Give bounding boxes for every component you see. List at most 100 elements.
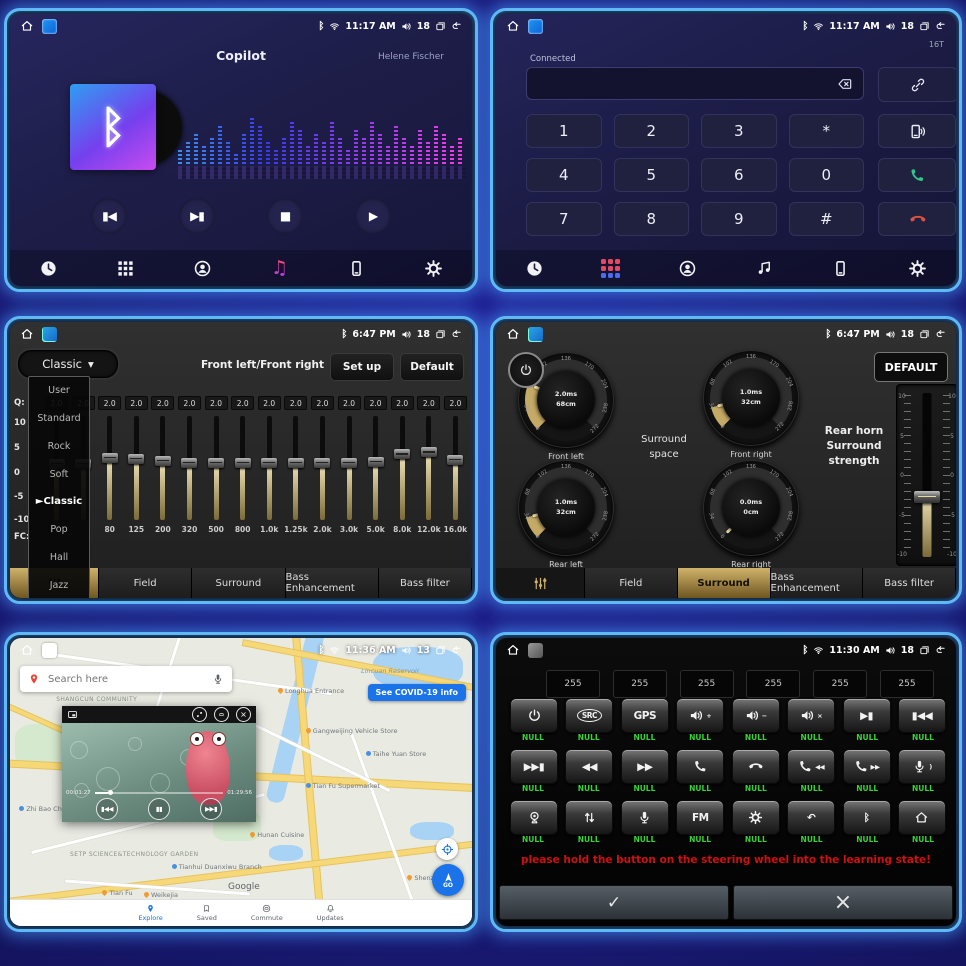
number-input-box[interactable] (526, 67, 864, 100)
dial-front-right[interactable]: 034681021361702042382721.0ms32cmFront ri… (703, 350, 799, 446)
nav-contacts[interactable] (673, 253, 703, 283)
maps-nav-commute[interactable]: Commute (251, 904, 283, 922)
pip-icon[interactable] (67, 709, 78, 720)
key-4[interactable]: 4 (526, 158, 602, 192)
band-slider-knob[interactable] (368, 457, 384, 467)
go-button[interactable]: GO (432, 864, 464, 896)
number-input[interactable] (527, 76, 835, 92)
nav-contacts[interactable] (188, 253, 218, 283)
sw-key-home[interactable] (898, 800, 946, 835)
nav-settings[interactable] (903, 253, 933, 283)
band-slider[interactable] (400, 416, 405, 520)
mic-icon[interactable] (212, 673, 224, 685)
tab-surround[interactable]: Surround (192, 568, 285, 598)
video-progress-line[interactable] (95, 792, 224, 794)
key-5[interactable]: 5 (614, 158, 690, 192)
strength-slider[interactable]: 10105500-5-5-10-10 (896, 384, 956, 566)
nav-clock[interactable] (34, 253, 64, 283)
preset-option-classic[interactable]: ►Classic (36, 496, 82, 507)
recents-icon[interactable] (435, 645, 446, 656)
band-slider[interactable] (320, 416, 325, 520)
sw-key-fm[interactable]: FM (676, 800, 724, 835)
band-slider-knob[interactable] (235, 458, 251, 468)
band-slider[interactable] (214, 416, 219, 520)
previous-button[interactable]: ▮◀ (91, 198, 127, 234)
key-6[interactable]: 6 (701, 158, 777, 192)
default-button[interactable]: Default (400, 353, 464, 381)
band-slider-knob[interactable] (314, 458, 330, 468)
video-expand-button[interactable] (192, 707, 207, 722)
sw-key-camera[interactable] (510, 800, 558, 835)
band-slider[interactable] (293, 416, 298, 520)
home-icon[interactable] (20, 643, 34, 657)
power-button[interactable] (508, 352, 544, 388)
key-1[interactable]: 1 (526, 114, 602, 148)
band-slider-knob[interactable] (128, 454, 144, 464)
next-button[interactable]: ▶▮ (179, 198, 215, 234)
band-slider[interactable] (187, 416, 192, 520)
sw-key-phone-end[interactable] (732, 749, 780, 784)
maps-nav-saved[interactable]: Saved (197, 904, 217, 922)
stop-button[interactable]: ■ (267, 198, 303, 234)
home-icon[interactable] (506, 327, 520, 341)
video-progress[interactable]: 00:01:27 01:29:56 (62, 790, 256, 796)
nav-phonelink[interactable] (342, 253, 372, 283)
band-slider-knob[interactable] (447, 455, 463, 465)
recents-icon[interactable] (435, 329, 446, 340)
preset-option-soft[interactable]: Soft (50, 469, 69, 480)
maps-nav-updates[interactable]: Updates (317, 904, 344, 922)
band-slider-knob[interactable] (261, 458, 277, 468)
band-slider[interactable] (107, 416, 112, 520)
band-slider-knob[interactable] (341, 458, 357, 468)
band-slider-knob[interactable] (288, 458, 304, 468)
audio-transfer-button[interactable] (878, 114, 956, 148)
sw-key-phone-prev[interactable]: ◀◀ (787, 749, 835, 784)
band-slider[interactable] (426, 416, 431, 520)
tab-bass-filter[interactable]: Bass filter (379, 568, 472, 598)
back-icon[interactable] (451, 329, 462, 340)
back-icon[interactable] (935, 645, 946, 656)
pair-device-button[interactable] (878, 67, 956, 102)
tab-field[interactable]: Field (99, 568, 192, 598)
home-icon[interactable] (506, 19, 520, 33)
back-icon[interactable] (935, 329, 946, 340)
floating-video-player[interactable]: 00:01:27 01:29:56 ▮◀◀ ▮▮ ▶▶▮ (62, 706, 256, 822)
band-slider[interactable] (373, 416, 378, 520)
sw-key-gps[interactable]: GPS (621, 698, 669, 733)
key-3[interactable]: 3 (701, 114, 777, 148)
video-pause-button[interactable]: ▮▮ (148, 798, 170, 820)
sw-key-fader[interactable] (565, 800, 613, 835)
recents-icon[interactable] (919, 645, 930, 656)
nav-clock[interactable] (519, 253, 549, 283)
map-search-bar[interactable] (20, 666, 232, 692)
answer-call-button[interactable] (878, 158, 956, 192)
sw-key-voice[interactable]: ) (898, 749, 946, 784)
video-close-button[interactable] (236, 707, 251, 722)
end-call-button[interactable] (878, 202, 956, 236)
key-#[interactable]: # (789, 202, 865, 236)
tab-bass-filter[interactable]: Bass filter (863, 568, 956, 598)
nav-settings[interactable] (419, 253, 449, 283)
band-slider-knob[interactable] (208, 458, 224, 468)
sw-key-undo[interactable]: ↶ (787, 800, 835, 835)
sw-key-vol-down[interactable]: − (732, 698, 780, 733)
search-input[interactable] (46, 673, 206, 686)
back-icon[interactable] (451, 645, 462, 656)
key-*[interactable]: * (789, 114, 865, 148)
back-icon[interactable] (451, 21, 462, 32)
dial-rear-left[interactable]: 034681021361702042382721.0ms32cmRear lef… (518, 460, 614, 556)
sw-key-src[interactable]: SRC (565, 698, 613, 733)
back-icon[interactable] (935, 21, 946, 32)
covid-info-button[interactable]: See COVID-19 info (368, 684, 466, 701)
sw-key-power[interactable] (510, 698, 558, 733)
tab-field[interactable]: Field (585, 568, 678, 598)
sw-key-rewind[interactable]: ◀◀ (565, 749, 613, 784)
tab-equalizer[interactable] (496, 568, 585, 598)
video-minimize-button[interactable] (214, 707, 229, 722)
tab-bass-enhancement[interactable]: Bass Enhancement (286, 568, 379, 598)
recents-icon[interactable] (919, 329, 930, 340)
tab-surround[interactable]: Surround (678, 568, 771, 598)
key-2[interactable]: 2 (614, 114, 690, 148)
key-0[interactable]: 0 (789, 158, 865, 192)
sw-key-next-track[interactable]: ▶▶▮ (510, 749, 558, 784)
